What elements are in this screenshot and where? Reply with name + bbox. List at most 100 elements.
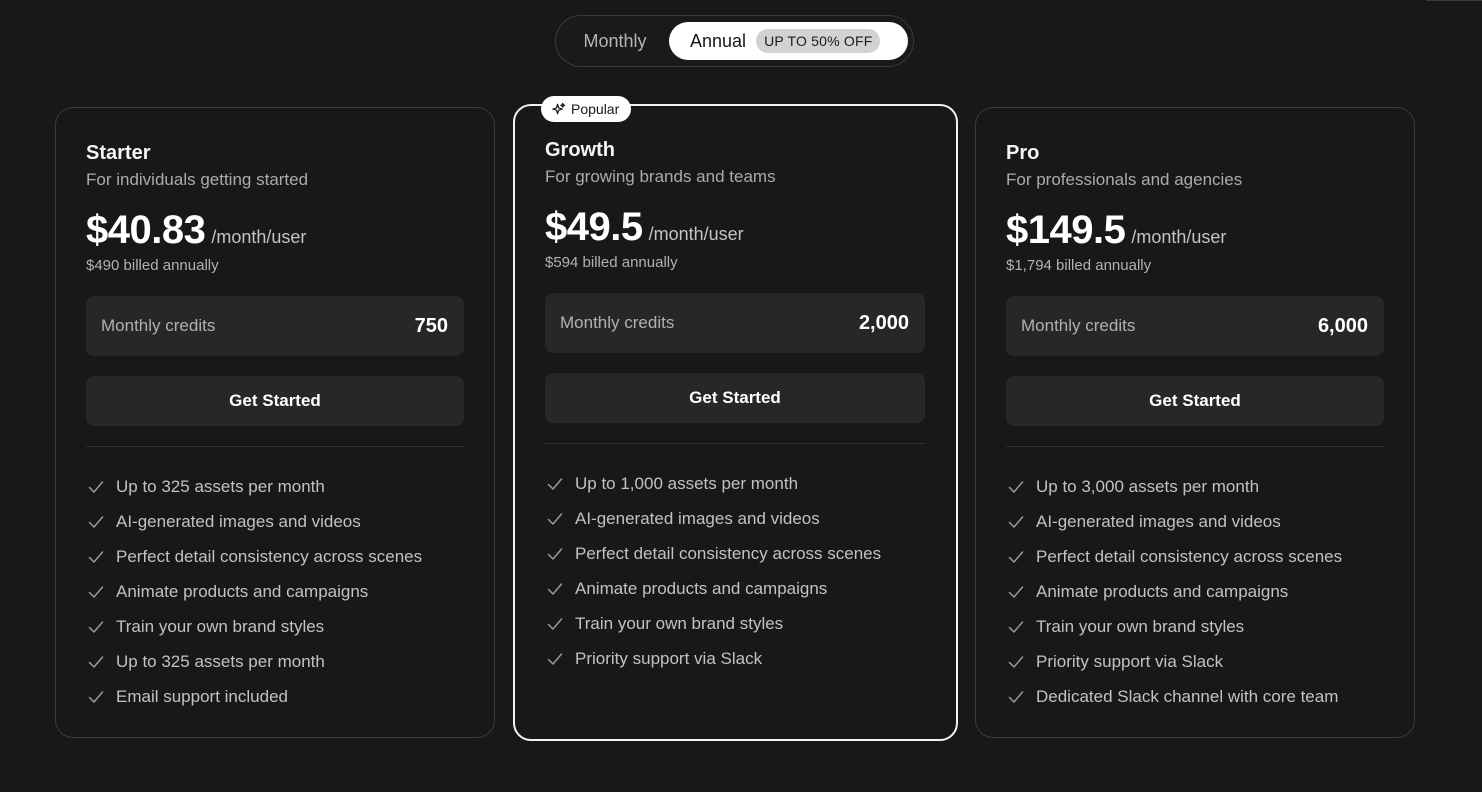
feature-item: Animate products and campaigns bbox=[1006, 574, 1384, 609]
feature-text: Train your own brand styles bbox=[116, 616, 325, 636]
feature-text: Animate products and campaigns bbox=[575, 578, 828, 598]
billed-annually-note: $490 billed annually bbox=[86, 257, 219, 274]
feature-text: Animate products and campaigns bbox=[1036, 581, 1289, 601]
monthly-credits-box: Monthly credits 750 bbox=[86, 296, 464, 356]
check-icon bbox=[1008, 550, 1024, 563]
feature-text: Up to 325 assets per month bbox=[116, 476, 325, 496]
feature-text: Perfect detail consistency across scenes bbox=[116, 546, 423, 566]
feature-text: Priority support via Slack bbox=[575, 648, 763, 668]
check-icon bbox=[88, 515, 104, 528]
check-icon bbox=[1008, 655, 1024, 668]
check-icon bbox=[547, 652, 563, 665]
plan-card-starter: Starter For individuals getting started … bbox=[55, 107, 495, 738]
price-unit: /month/user bbox=[211, 227, 307, 247]
price-unit: /month/user bbox=[1131, 227, 1227, 247]
top-right-edge-mark bbox=[1426, 0, 1482, 1]
credits-label: Monthly credits bbox=[1021, 316, 1136, 335]
price-row: $40.83 /month/user bbox=[86, 205, 464, 255]
plan-name: Growth bbox=[545, 139, 615, 161]
feature-item: AI-generated images and videos bbox=[1006, 504, 1384, 539]
credits-label: Monthly credits bbox=[560, 313, 675, 332]
discount-badge: UP TO 50% OFF bbox=[756, 29, 881, 53]
feature-text: AI-generated images and videos bbox=[116, 511, 361, 531]
popular-badge-label: Popular bbox=[571, 101, 620, 117]
check-icon bbox=[547, 477, 563, 490]
feature-text: Up to 325 assets per month bbox=[116, 651, 325, 671]
check-icon bbox=[1008, 515, 1024, 528]
plan-description: For growing brands and teams bbox=[545, 167, 776, 186]
feature-item: Animate products and campaigns bbox=[545, 571, 925, 606]
plan-card-pro: Pro For professionals and agencies $149.… bbox=[975, 107, 1415, 738]
check-icon bbox=[1008, 480, 1024, 493]
plan-card-growth: Popular Growth For growing brands and te… bbox=[513, 96, 958, 741]
divider bbox=[545, 443, 925, 444]
billed-annually-note: $594 billed annually bbox=[545, 254, 678, 271]
credits-value: 750 bbox=[414, 314, 448, 337]
feature-list: Up to 1,000 assets per month AI-generated… bbox=[545, 466, 925, 676]
feature-item: Priority support via Slack bbox=[545, 641, 925, 676]
feature-text: Priority support via Slack bbox=[1036, 651, 1224, 671]
plan-name: Starter bbox=[86, 142, 151, 164]
feature-item: Up to 325 assets per month bbox=[86, 469, 464, 504]
feature-item: Perfect detail consistency across scenes bbox=[1006, 539, 1384, 574]
toggle-option-annual[interactable]: Annual UP TO 50% OFF bbox=[669, 22, 908, 60]
monthly-credits-box: Monthly credits 6,000 bbox=[1006, 296, 1384, 356]
feature-list: Up to 3,000 assets per month AI-generated… bbox=[1006, 469, 1384, 714]
check-icon bbox=[547, 547, 563, 560]
toggle-annual-label: Annual bbox=[690, 30, 747, 51]
check-icon bbox=[88, 585, 104, 598]
check-icon bbox=[88, 550, 104, 563]
check-icon bbox=[88, 690, 104, 703]
feature-item: Up to 3,000 assets per month bbox=[1006, 469, 1384, 504]
plan-description: For individuals getting started bbox=[86, 170, 309, 189]
price-row: $49.5 /month/user bbox=[545, 202, 925, 252]
get-started-button[interactable]: Get Started bbox=[1006, 376, 1384, 426]
feature-item: Up to 1,000 assets per month bbox=[545, 466, 925, 501]
feature-item: Animate products and campaigns bbox=[86, 574, 464, 609]
divider bbox=[1006, 446, 1384, 447]
feature-item: Train your own brand styles bbox=[1006, 609, 1384, 644]
billing-period-toggle[interactable]: Monthly Annual UP TO 50% OFF bbox=[555, 15, 914, 67]
feature-item: Priority support via Slack bbox=[1006, 644, 1384, 679]
feature-text: AI-generated images and videos bbox=[575, 508, 820, 528]
pricing-page: Monthly Annual UP TO 50% OFF Starter For… bbox=[0, 0, 1482, 792]
check-icon bbox=[88, 480, 104, 493]
feature-text: AI-generated images and videos bbox=[1036, 511, 1281, 531]
check-icon bbox=[1008, 690, 1024, 703]
get-started-button[interactable]: Get Started bbox=[86, 376, 464, 426]
plan-description: For professionals and agencies bbox=[1006, 170, 1243, 189]
feature-item: Train your own brand styles bbox=[545, 606, 925, 641]
plan-price: $149.5 bbox=[1006, 208, 1126, 252]
feature-item: Perfect detail consistency across scenes bbox=[86, 539, 464, 574]
feature-item: Email support included bbox=[86, 679, 464, 714]
feature-list: Up to 325 assets per month AI-generated i… bbox=[86, 469, 464, 714]
price-row: $149.5 /month/user bbox=[1006, 205, 1384, 255]
feature-text: Up to 1,000 assets per month bbox=[575, 473, 799, 493]
check-icon bbox=[547, 617, 563, 630]
get-started-button[interactable]: Get Started bbox=[545, 373, 925, 423]
plan-price: $40.83 bbox=[86, 208, 206, 252]
check-icon bbox=[1008, 585, 1024, 598]
billed-annually-note: $1,794 billed annually bbox=[1006, 257, 1152, 274]
feature-item: Dedicated Slack channel with core team bbox=[1006, 679, 1384, 714]
feature-item: Up to 325 assets per month bbox=[86, 644, 464, 679]
plan-price: $49.5 bbox=[545, 205, 643, 249]
feature-item: Perfect detail consistency across scenes bbox=[545, 536, 925, 571]
feature-item: AI-generated images and videos bbox=[545, 501, 925, 536]
feature-item: AI-generated images and videos bbox=[86, 504, 464, 539]
monthly-credits-box: Monthly credits 2,000 bbox=[545, 293, 925, 353]
divider bbox=[86, 446, 464, 447]
feature-text: Email support included bbox=[116, 686, 288, 706]
feature-text: Dedicated Slack channel with core team bbox=[1036, 686, 1339, 706]
toggle-option-monthly[interactable]: Monthly bbox=[568, 22, 662, 60]
feature-text: Train your own brand styles bbox=[1036, 616, 1245, 636]
feature-text: Animate products and campaigns bbox=[116, 581, 369, 601]
credits-value: 2,000 bbox=[858, 311, 909, 334]
check-icon bbox=[88, 655, 104, 668]
feature-text: Train your own brand styles bbox=[575, 613, 784, 633]
feature-text: Perfect detail consistency across scenes bbox=[575, 543, 882, 563]
feature-text: Perfect detail consistency across scenes bbox=[1036, 546, 1343, 566]
check-icon bbox=[547, 582, 563, 595]
plan-name: Pro bbox=[1006, 142, 1040, 164]
popular-badge: Popular bbox=[541, 96, 632, 122]
